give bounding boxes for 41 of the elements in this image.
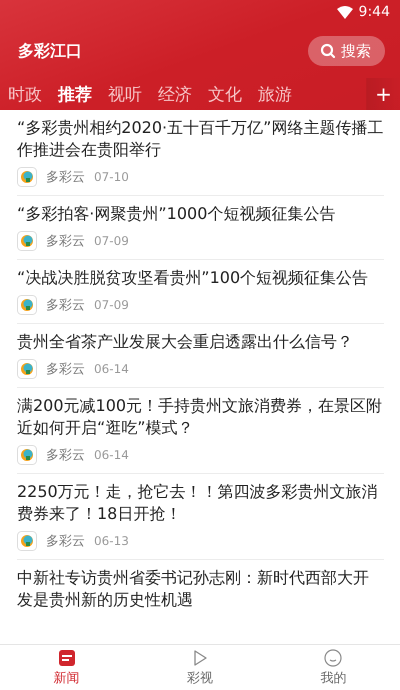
category-tab[interactable]: 经济: [158, 82, 192, 106]
article-title[interactable]: 贵州全省茶产业发展大会重启透露出什么信号？: [17, 331, 384, 353]
article-title[interactable]: 中新社专访贵州省委书记孙志刚：新时代西部大开发是贵州新的历史性机遇: [17, 567, 384, 611]
article-title[interactable]: “多彩贵州相约2020·五十百千万亿”网络主题传播工作推进会在贵阳举行: [17, 117, 384, 161]
nav-tab[interactable]: 新闻: [0, 645, 134, 690]
category-tab[interactable]: 旅游: [258, 82, 292, 106]
article-source: 多彩云: [46, 361, 85, 378]
article-date: 07-10: [94, 170, 129, 184]
search-button[interactable]: 搜索: [308, 36, 385, 66]
category-tab[interactable]: 时政: [8, 82, 42, 106]
article-date: 07-09: [94, 234, 129, 248]
search-icon: [320, 43, 336, 59]
category-tab[interactable]: 文化: [208, 82, 242, 106]
category-tab[interactable]: 推荐: [58, 82, 92, 106]
source-logo-icon: [17, 231, 37, 251]
smiley-icon: [324, 648, 342, 666]
article-source: 多彩云: [46, 233, 85, 250]
source-logo-icon: [17, 531, 37, 551]
source-logo-icon: [17, 359, 37, 379]
article-source: 多彩云: [46, 297, 85, 314]
article-date: 06-14: [94, 448, 129, 462]
app-title: 多彩江口: [18, 40, 82, 62]
article-source: 多彩云: [46, 533, 85, 550]
source-logo-icon: [17, 295, 37, 315]
article-title[interactable]: 2250万元！走，抢它去！！第四波多彩贵州文旅消费券来了！18日开抢！: [17, 481, 384, 525]
category-tab[interactable]: 视听: [108, 82, 142, 106]
news-icon: [58, 648, 76, 666]
status-time: 9:44: [358, 4, 390, 20]
article-source: 多彩云: [46, 169, 85, 186]
nav-tab[interactable]: 彩视: [133, 645, 267, 690]
article-source: 多彩云: [46, 447, 85, 464]
article-date: 07-09: [94, 298, 129, 312]
article-title[interactable]: “多彩拍客·网聚贵州”1000个短视频征集公告: [17, 203, 384, 225]
source-logo-icon: [17, 167, 37, 187]
source-logo-icon: [17, 445, 37, 465]
nav-tab[interactable]: 我的: [266, 645, 400, 690]
article-date: 06-14: [94, 362, 129, 376]
wifi-icon: [336, 6, 353, 18]
article-title[interactable]: “决战决胜脱贫攻坚看贵州”100个短视频征集公告: [17, 267, 384, 289]
article-title[interactable]: 满200元减100元！手持贵州文旅消费券，在景区附近如何开启“逛吃”模式？: [17, 395, 384, 439]
article-date: 06-13: [94, 534, 129, 548]
